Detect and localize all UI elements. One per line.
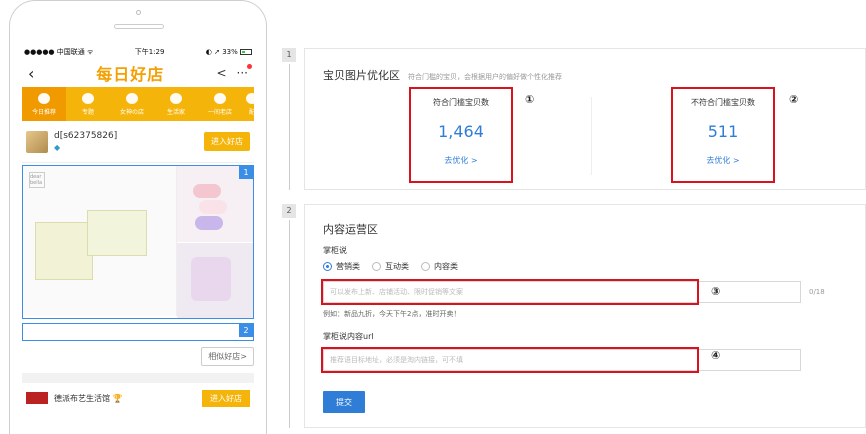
- field-label-shopkeeper-says: 掌柜说: [323, 246, 347, 255]
- gift-bag-image: [35, 222, 93, 280]
- nav-item-old-shop[interactable]: 一间老店: [198, 92, 242, 116]
- header-icons: < ···: [216, 64, 253, 80]
- speaker-icon: [114, 24, 164, 29]
- marker-4: ④: [711, 349, 721, 362]
- store-info: d[s62375826] ◆: [54, 131, 204, 152]
- phone-mockup: ●●●●● 中国联通 ᯤ 下午1:29 ◐ ➚ 33% ‹ 每日好店 < ···…: [9, 0, 267, 434]
- nav-item-topic[interactable]: 专题: [66, 92, 110, 116]
- marker-3: ③: [711, 285, 721, 298]
- store-avatar[interactable]: [26, 130, 48, 153]
- nav-item-today[interactable]: 今日推荐: [22, 87, 66, 121]
- step-1-tag: 1: [282, 48, 296, 62]
- card-subtitle: 符合门槛的宝贝，会根据用户的偏好做个性化推荐: [408, 73, 562, 81]
- card-title: 宝贝图片优化区: [323, 69, 400, 82]
- char-counter: 0/18: [809, 288, 825, 296]
- category-nav: 今日推荐 专题 女神の店 生活家 一间老店 配: [22, 87, 254, 121]
- enter-store-button[interactable]: 进入好店: [202, 389, 250, 407]
- store-name[interactable]: d[s62375826]: [54, 131, 204, 141]
- more-icon[interactable]: ···: [237, 64, 253, 80]
- app-logo: 每日好店: [96, 65, 165, 84]
- image-index-badge: 2: [239, 324, 253, 337]
- card-header: 宝贝图片优化区 符合门槛的宝贝，会根据用户的偏好做个性化推荐: [323, 67, 562, 83]
- card-title: 内容运营区: [323, 223, 378, 236]
- similar-row: 相似好店>: [22, 341, 254, 371]
- content-type-radio-group: 营销类 互动类 内容类: [323, 261, 458, 272]
- sock-light: [199, 200, 227, 214]
- list-icon: [82, 92, 94, 104]
- nav-more-icon: [246, 92, 254, 104]
- nav-item-goddess[interactable]: 女神の店: [110, 92, 154, 116]
- store-row: 德派布艺生活馆 🏆 进入好店: [22, 383, 254, 413]
- radio-dot: [323, 262, 332, 271]
- store-logo: [26, 392, 48, 404]
- step-1-line: [289, 64, 290, 190]
- highlight-box-1: [409, 87, 513, 183]
- radio-marketing[interactable]: 营销类: [323, 261, 360, 272]
- phone-screen: ●●●●● 中国联通 ᯤ 下午1:29 ◐ ➚ 33% ‹ 每日好店 < ···…: [22, 45, 254, 434]
- sock-pink: [193, 184, 221, 198]
- camera-icon: [136, 10, 141, 15]
- product-image-area: dear bella 1: [22, 165, 254, 319]
- empty-image-slot[interactable]: 2: [22, 323, 254, 341]
- cardigan-image[interactable]: [177, 242, 253, 318]
- teapot-icon: [170, 92, 182, 104]
- marker-1: ①: [525, 93, 535, 106]
- shop-icon: [214, 92, 226, 104]
- carrier-text: ●●●●● 中国联通 ᯤ: [24, 48, 94, 56]
- store-name[interactable]: 德派布艺生活馆 🏆: [54, 393, 202, 404]
- highlight-box-3: [321, 279, 699, 305]
- store-row: d[s62375826] ◆ 进入好店: [22, 121, 254, 163]
- nav-item-more[interactable]: 配: [242, 92, 254, 116]
- content-operation-card: 内容运营区 掌柜说 营销类 互动类 内容类 可以发布上新、店铺活动、限时促销等文…: [304, 204, 866, 428]
- marker-2: ②: [789, 93, 799, 106]
- radio-interaction[interactable]: 互动类: [372, 261, 409, 272]
- image-optimization-card: 宝贝图片优化区 符合门槛的宝贝，会根据用户的偏好做个性化推荐 符合门槛宝贝数 1…: [304, 48, 866, 190]
- share-icon[interactable]: <: [216, 66, 226, 80]
- product-side-images: [177, 166, 253, 318]
- step-2-tag: 2: [282, 204, 296, 218]
- status-bar: ●●●●● 中国联通 ᯤ 下午1:29 ◐ ➚ 33%: [22, 45, 254, 59]
- phone-top-bezel: [10, 1, 266, 45]
- diamond-icon: ◆: [54, 143, 61, 152]
- sock-purple: [195, 216, 223, 230]
- brand-logo: dear bella: [29, 172, 45, 188]
- similar-stores-button[interactable]: 相似好店>: [201, 346, 254, 366]
- section-divider: [22, 373, 254, 383]
- stat-divider: [591, 97, 592, 175]
- nav-item-life[interactable]: 生活家: [154, 92, 198, 116]
- radio-content[interactable]: 内容类: [421, 261, 458, 272]
- cardigan-shape: [191, 256, 231, 301]
- status-right: ◐ ➚ 33%: [206, 48, 252, 56]
- gift-bag-image: [87, 210, 147, 256]
- submit-button[interactable]: 提交: [323, 391, 365, 413]
- back-icon[interactable]: ‹: [28, 64, 44, 83]
- clock-text: 下午1:29: [134, 48, 165, 56]
- example-hint: 例如：新品九折，今天下午2点，准时开卖！: [323, 310, 461, 318]
- product-main-image[interactable]: dear bella: [23, 166, 177, 316]
- highlight-box-2: [671, 87, 775, 183]
- enter-store-button[interactable]: 进入好店: [204, 132, 250, 151]
- dress-icon: [126, 92, 138, 104]
- battery-icon: [240, 49, 252, 55]
- app-header: ‹ 每日好店 < ···: [22, 59, 254, 87]
- radio-dot: [372, 262, 381, 271]
- clock-icon: [38, 92, 50, 104]
- step-2-line: [289, 220, 290, 428]
- radio-dot: [421, 262, 430, 271]
- field-label-url: 掌柜说内容url: [323, 332, 374, 341]
- highlight-box-4: [321, 347, 699, 373]
- image-index-badge: 1: [239, 166, 253, 179]
